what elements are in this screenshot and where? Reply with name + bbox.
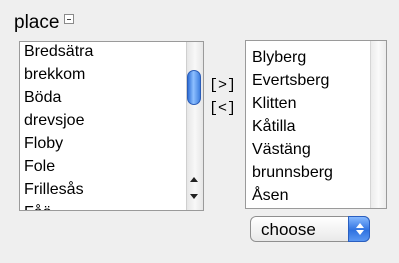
- list-item[interactable]: Floby: [24, 132, 93, 155]
- up-down-stepper-icon[interactable]: [348, 216, 370, 242]
- available-options-list[interactable]: Bredsätra brekkom Böda drevsjoe Floby Fo…: [19, 41, 204, 211]
- list-item[interactable]: Böda: [24, 86, 93, 109]
- list-item[interactable]: Bredsätra: [24, 42, 93, 63]
- field-title: place: [14, 12, 60, 33]
- selected-list-scrollbar[interactable]: [370, 41, 386, 208]
- chevron-down-icon: [356, 230, 364, 235]
- list-item[interactable]: brekkom: [24, 63, 93, 86]
- list-item[interactable]: Fole: [24, 155, 93, 178]
- scroll-up-arrow-icon[interactable]: [190, 177, 198, 182]
- remove-selected-button[interactable]: [<]: [209, 100, 236, 118]
- collapse-icon[interactable]: [64, 14, 74, 24]
- list-item[interactable]: Blyberg: [252, 46, 333, 69]
- list-item[interactable]: Kåtilla: [252, 115, 333, 138]
- list-item[interactable]: Västäng: [252, 138, 333, 161]
- scroll-down-arrow-icon[interactable]: [190, 194, 198, 199]
- list-item[interactable]: drevsjoe: [24, 109, 93, 132]
- list-item[interactable]: Fåö...: [24, 201, 93, 210]
- choose-dropdown[interactable]: choose: [250, 216, 370, 242]
- available-list-scrollbar[interactable]: [186, 42, 203, 210]
- list-item[interactable]: Evertsberg: [252, 69, 333, 92]
- dropdown-selected-value: choose: [261, 220, 316, 239]
- list-item[interactable]: Frillesås: [24, 178, 93, 201]
- scrollbar-thumb[interactable]: [187, 70, 201, 105]
- list-item[interactable]: Åsen: [252, 184, 333, 207]
- list-item[interactable]: brunnsberg: [252, 161, 333, 184]
- selected-options-list[interactable]: Blyberg Evertsberg Klitten Kåtilla Västä…: [245, 40, 387, 209]
- add-selected-button[interactable]: [>]: [209, 77, 236, 95]
- list-item[interactable]: Klitten: [252, 92, 333, 115]
- chevron-up-icon: [356, 223, 364, 228]
